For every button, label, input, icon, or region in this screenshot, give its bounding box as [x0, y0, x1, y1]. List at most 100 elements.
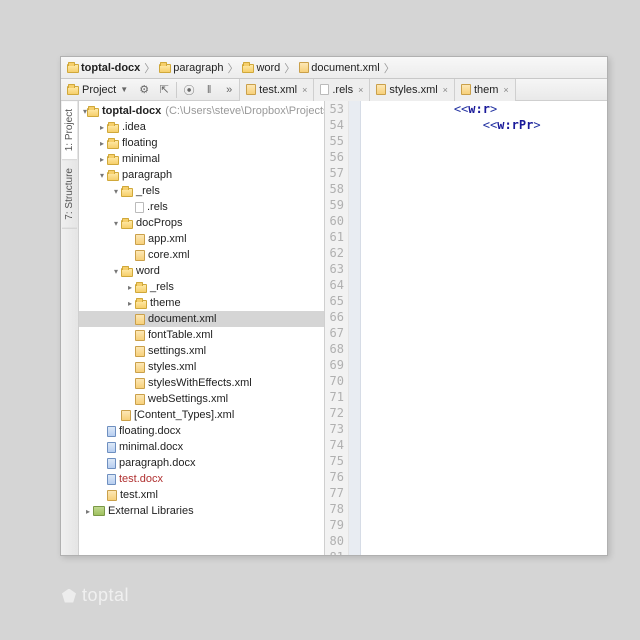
disclosure-icon[interactable]: ▸	[125, 283, 135, 292]
tree-row[interactable]: core.xml	[79, 247, 324, 263]
tree-row[interactable]: ▾toptal-docx(C:\Users\steve\Dropbox\Proj…	[79, 103, 324, 119]
tree-row[interactable]: ▾docProps	[79, 215, 324, 231]
side-tab[interactable]: 7: Structure	[62, 160, 77, 229]
line-number: 74	[325, 437, 344, 453]
tree-row[interactable]: test.xml	[79, 487, 324, 503]
settings-button[interactable]: ⚙	[134, 80, 154, 100]
code-line[interactable]: <<w:rPr>	[367, 117, 607, 133]
side-tab[interactable]: 1: Project	[62, 101, 77, 160]
tree-row[interactable]: ▸External Libraries	[79, 503, 324, 519]
folder-icon	[87, 108, 99, 117]
tree-row[interactable]: webSettings.xml	[79, 391, 324, 407]
toptal-brand-text: toptal	[82, 585, 129, 606]
xml-icon	[246, 84, 256, 95]
code-line[interactable]: <<w:r>	[367, 101, 607, 117]
line-number: 79	[325, 517, 344, 533]
tree-row[interactable]: minimal.docx	[79, 439, 324, 455]
disclosure-icon[interactable]: ▸	[83, 507, 93, 516]
xml-icon	[376, 84, 386, 95]
disclosure-icon[interactable]: ▾	[97, 171, 107, 180]
xml-icon	[107, 490, 117, 501]
tree-row[interactable]: floating.docx	[79, 423, 324, 439]
tree-row[interactable]: ▸minimal	[79, 151, 324, 167]
chevron-right-icon: 〉	[142, 60, 157, 76]
tree-label: .rels	[147, 201, 168, 213]
docx-icon	[107, 426, 116, 437]
project-tool-label[interactable]: Project ▼	[61, 84, 134, 96]
editor-tab[interactable]: them ×	[455, 79, 516, 101]
line-number: 76	[325, 469, 344, 485]
tree-label: document.xml	[148, 313, 216, 325]
close-icon[interactable]: ×	[302, 85, 307, 95]
docx-icon	[107, 458, 116, 469]
breadcrumb-item[interactable]: toptal-docx	[67, 62, 140, 74]
line-number: 59	[325, 197, 344, 213]
collapse-button[interactable]: ⇱	[154, 80, 174, 100]
tree-label: theme	[150, 297, 181, 309]
close-icon[interactable]: ×	[358, 85, 363, 95]
tree-row[interactable]: .rels	[79, 199, 324, 215]
tree-label: floating.docx	[119, 425, 181, 437]
tree-row[interactable]: ▾word	[79, 263, 324, 279]
tab-label: them	[474, 84, 498, 96]
xml-icon	[135, 362, 145, 373]
code-editor[interactable]: 5354555657585960616263646566676869707172…	[325, 101, 607, 555]
tree-row[interactable]: [Content_Types].xml	[79, 407, 324, 423]
tree-row[interactable]: test.docx	[79, 471, 324, 487]
breadcrumb-item[interactable]: word	[242, 62, 280, 74]
close-icon[interactable]: ×	[503, 85, 508, 95]
tree-row[interactable]: ▸_rels	[79, 279, 324, 295]
breadcrumb-item[interactable]: paragraph	[159, 62, 223, 74]
disclosure-icon[interactable]: ▾	[111, 219, 121, 228]
docx-icon	[107, 474, 116, 485]
disclosure-icon[interactable]: ▾	[111, 187, 121, 196]
folder-icon	[107, 156, 119, 165]
xml-icon	[135, 346, 145, 357]
tree-row[interactable]: settings.xml	[79, 343, 324, 359]
split-button[interactable]: ‖	[199, 80, 219, 100]
tree-path-suffix: (C:\Users\steve\Dropbox\Projects\topt	[165, 105, 325, 117]
tree-row[interactable]: ▸floating	[79, 135, 324, 151]
tree-row[interactable]: ▸ theme	[79, 295, 324, 311]
line-number: 68	[325, 341, 344, 357]
xml-icon	[121, 410, 131, 421]
line-number: 64	[325, 277, 344, 293]
line-number: 55	[325, 133, 344, 149]
xml-icon	[461, 84, 471, 95]
tree-row[interactable]: ▾paragraph	[79, 167, 324, 183]
project-tree[interactable]: ▾ toptal-docx (C:\Users\steve\Dropbox\Proj…	[79, 101, 325, 555]
disclosure-icon[interactable]: ▸	[125, 299, 135, 308]
tree-label: _rels	[136, 185, 160, 197]
disclosure-icon[interactable]: ▾	[111, 267, 121, 276]
tree-label: core.xml	[148, 249, 190, 261]
line-gutter: 5354555657585960616263646566676869707172…	[325, 101, 349, 555]
disclosure-icon[interactable]: ▸	[97, 155, 107, 164]
tree-row[interactable]: document.xml	[79, 311, 324, 327]
tree-row[interactable]: ▸.idea	[79, 119, 324, 135]
disclosure-icon[interactable]: ▸	[97, 139, 107, 148]
tree-label: test.xml	[120, 489, 158, 501]
ide-window: toptal-docx〉paragraph〉word〉document.xml〉…	[60, 56, 608, 556]
close-icon[interactable]: ×	[443, 85, 448, 95]
line-number: 75	[325, 453, 344, 469]
chevron-right-icon: 〉	[225, 60, 240, 76]
tree-row[interactable]: app.xml	[79, 231, 324, 247]
xml-icon	[135, 250, 145, 261]
more-button[interactable]: »	[219, 80, 239, 100]
editor-tab[interactable]: styles.xml×	[370, 79, 455, 101]
tree-row[interactable]: ▾ _rels	[79, 183, 324, 199]
editor-tab[interactable]: .rels×	[314, 79, 370, 101]
target-button[interactable]: ⦿	[179, 80, 199, 100]
disclosure-icon[interactable]: ▸	[97, 123, 107, 132]
breadcrumb-item[interactable]: document.xml	[299, 62, 379, 74]
tree-label: toptal-docx	[102, 105, 161, 117]
code-body[interactable]: <<w:r> <<w:rPr>	[361, 101, 607, 555]
editor-tab[interactable]: test.xml×	[240, 79, 314, 101]
tree-row[interactable]: styles.xml	[79, 359, 324, 375]
xml-icon	[135, 378, 145, 389]
tree-label: webSettings.xml	[148, 393, 228, 405]
tree-label: test.docx	[119, 473, 163, 485]
tree-row[interactable]: fontTable.xml	[79, 327, 324, 343]
tree-row[interactable]: paragraph.docx	[79, 455, 324, 471]
tree-row[interactable]: stylesWithEffects.xml	[79, 375, 324, 391]
